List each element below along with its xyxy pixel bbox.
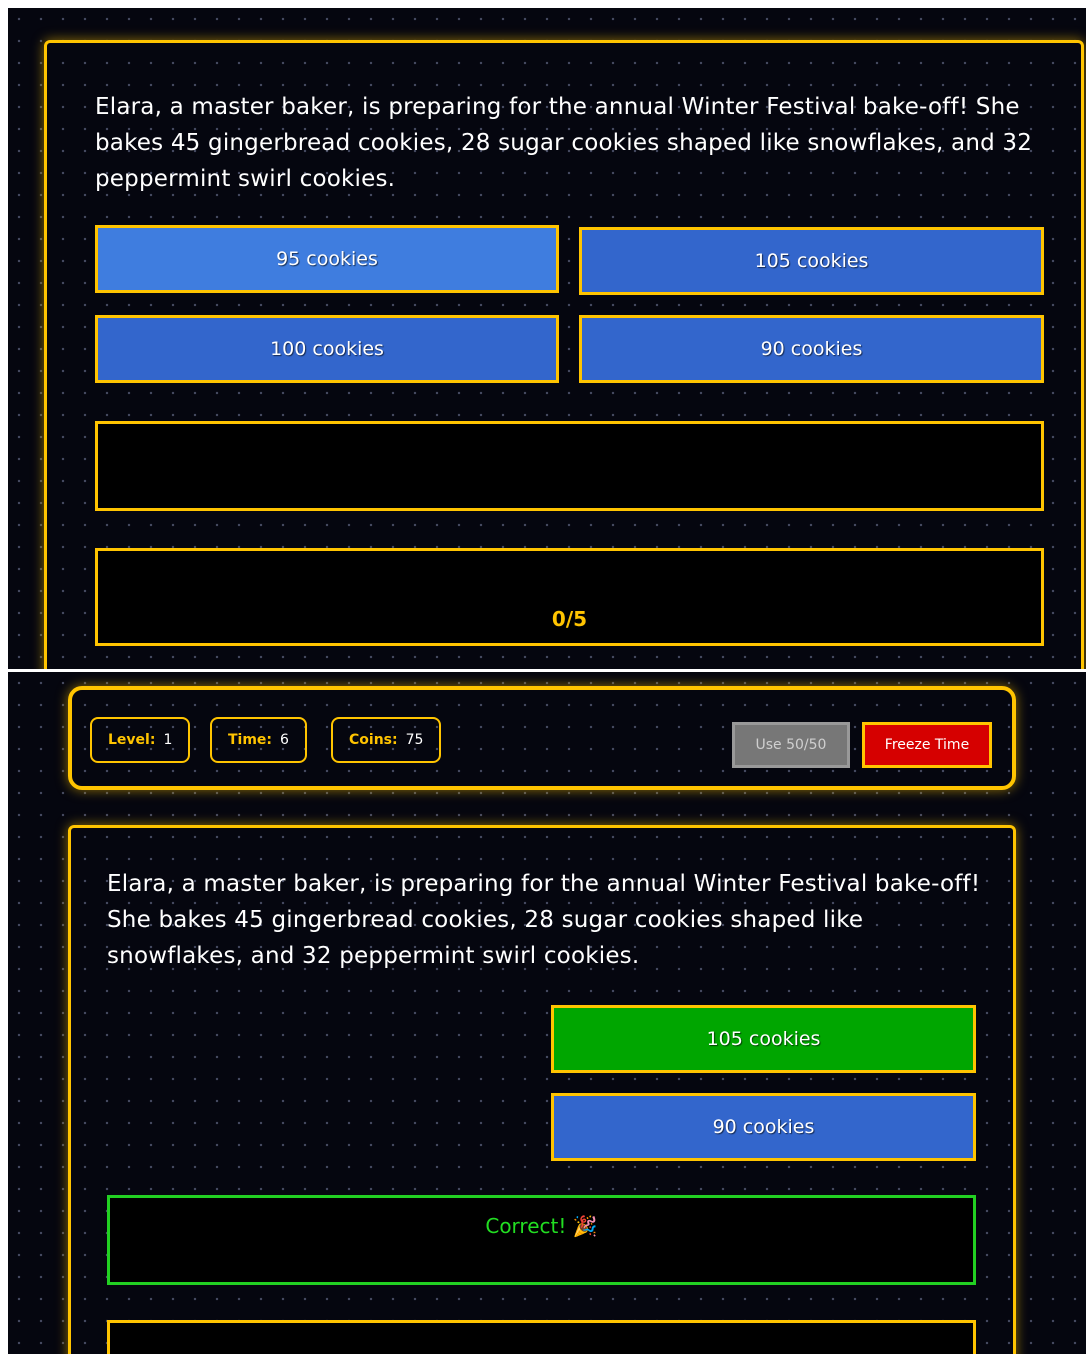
question-text: Elara, a master baker, is preparing for …	[107, 871, 981, 969]
time-stat: Time: 6	[210, 717, 307, 763]
level-stat: Level: 1	[90, 717, 191, 763]
level-value: 1	[163, 732, 173, 748]
question-card: Elara, a master baker, is preparing for …	[68, 825, 1016, 1354]
level-label: Level:	[108, 732, 156, 748]
question-text: Elara, a master baker, is preparing for …	[95, 94, 1033, 192]
fifty-fifty-button[interactable]: Use 50/50	[732, 722, 850, 768]
coins-label: Coins:	[349, 732, 398, 748]
feedback-box	[95, 421, 1044, 511]
feedback-text: Correct! 🎉	[485, 1214, 598, 1238]
progress-box: 0/5	[95, 548, 1044, 646]
time-value: 6	[280, 732, 289, 748]
progress-text: 0/5	[551, 607, 588, 631]
answer-button[interactable]: 90 cookies	[551, 1093, 976, 1161]
hud-bar: Level: 1 Time: 6 Coins: 75 Use 50/50 Fre…	[68, 686, 1016, 790]
coins-stat: Coins: 75	[331, 717, 442, 763]
time-label: Time:	[228, 732, 273, 748]
answer-button-correct[interactable]: 105 cookies	[551, 1005, 976, 1073]
top-game-screen: Elara, a master baker, is preparing for …	[8, 8, 1086, 669]
answer-button[interactable]: 90 cookies	[579, 315, 1044, 383]
answer-button[interactable]: 105 cookies	[579, 227, 1044, 295]
coins-value: 75	[405, 732, 424, 748]
question-card: Elara, a master baker, is preparing for …	[44, 40, 1084, 669]
freeze-time-button[interactable]: Freeze Time	[862, 722, 992, 768]
bottom-game-screen: Level: 1 Time: 6 Coins: 75 Use 50/50 Fre…	[8, 672, 1086, 1354]
feedback-box: Correct! 🎉	[107, 1195, 976, 1285]
progress-box	[107, 1320, 976, 1354]
answer-button[interactable]: 100 cookies	[95, 315, 559, 383]
answer-button[interactable]: 95 cookies	[95, 225, 559, 293]
